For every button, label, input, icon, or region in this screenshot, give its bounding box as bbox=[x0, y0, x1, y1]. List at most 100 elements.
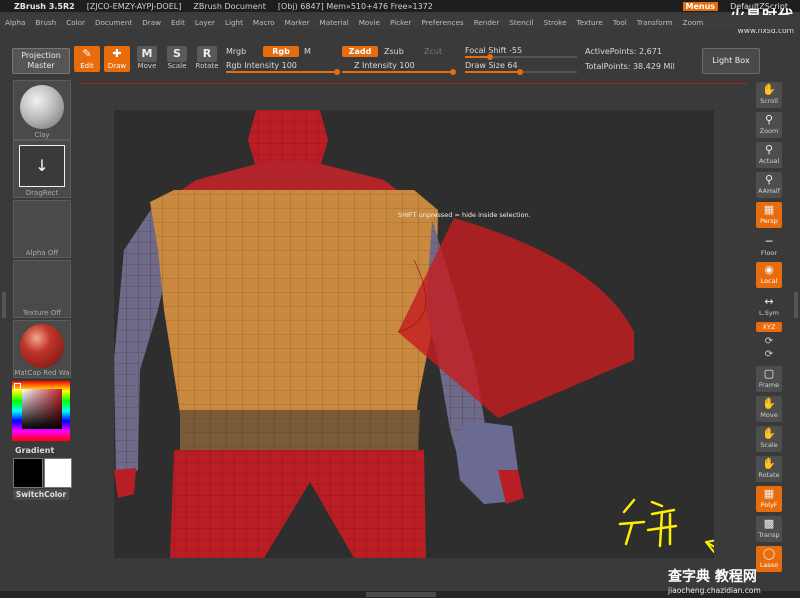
floor-button[interactable]: ─ Floor bbox=[756, 234, 782, 260]
projection-master-button[interactable]: Projection Master bbox=[12, 48, 70, 74]
menu-stroke[interactable]: Stroke bbox=[539, 18, 572, 27]
menu-picker[interactable]: Picker bbox=[385, 18, 416, 27]
hand-icon: ✋ bbox=[762, 83, 776, 96]
rotate-z-icon[interactable]: ⟳ bbox=[756, 349, 782, 360]
focal-shift-slider[interactable] bbox=[465, 54, 577, 60]
move-view-button[interactable]: ✋ Move bbox=[756, 396, 782, 422]
right-tray-handle[interactable] bbox=[794, 292, 798, 318]
mrgb-toggle[interactable]: Mrgb bbox=[226, 47, 246, 56]
material-tile[interactable]: MatCap Red Wa bbox=[13, 320, 71, 378]
polyf-label: PolyF bbox=[760, 501, 778, 509]
color-picker[interactable] bbox=[12, 381, 70, 441]
menu-transform[interactable]: Transform bbox=[632, 18, 678, 27]
rotate-button[interactable]: R Rotate bbox=[194, 46, 220, 72]
color-saturation-square[interactable] bbox=[22, 389, 62, 429]
scale-button[interactable]: S Scale bbox=[164, 46, 190, 72]
bottom-tray-handle[interactable] bbox=[366, 592, 436, 597]
actual-size-icon: ⚲ bbox=[764, 143, 774, 156]
persp-button[interactable]: ▦ Persp bbox=[756, 202, 782, 228]
lsym-button[interactable]: ↔ L.Sym bbox=[756, 294, 782, 320]
menu-tool[interactable]: Tool bbox=[608, 18, 632, 27]
alpha-name: Alpha Off bbox=[25, 249, 59, 257]
menus-toggle[interactable]: Menus bbox=[682, 1, 719, 11]
document-top-border bbox=[80, 83, 748, 84]
light-box-button[interactable]: Light Box bbox=[702, 48, 760, 74]
stroke-name: DragRect bbox=[25, 189, 59, 197]
focal-shift-knob[interactable] bbox=[487, 54, 493, 60]
edit-button[interactable]: ✎ Edit bbox=[74, 46, 100, 72]
scroll-button[interactable]: ✋ Scroll bbox=[756, 82, 782, 108]
brush-tile[interactable]: Clay bbox=[13, 80, 71, 140]
serial-code: [ZJCO-EMZY-AYPJ-DOEL] bbox=[86, 1, 182, 11]
menu-layer[interactable]: Layer bbox=[190, 18, 220, 27]
stroke-tile[interactable]: ↓ DragRect bbox=[13, 140, 71, 198]
handwritten-annotation bbox=[618, 498, 678, 548]
polyf-button[interactable]: ▦ PolyF bbox=[756, 486, 782, 512]
frame-label: Frame bbox=[758, 381, 780, 389]
zoom-button[interactable]: ⚲ Zoom bbox=[756, 112, 782, 138]
menu-macro[interactable]: Macro bbox=[248, 18, 280, 27]
zadd-toggle[interactable]: Zadd bbox=[342, 46, 378, 57]
total-points-readout: TotalPoints: 38.429 Mil bbox=[585, 62, 675, 71]
menu-zoom[interactable]: Zoom bbox=[678, 18, 709, 27]
z-intensity-slider[interactable] bbox=[342, 69, 456, 75]
move-button[interactable]: M Move bbox=[134, 46, 160, 72]
rotate-hand-icon: ✋ bbox=[762, 457, 776, 470]
rotate-view-button[interactable]: ✋ Rotate bbox=[756, 456, 782, 482]
menu-edit[interactable]: Edit bbox=[166, 18, 190, 27]
secondary-color-swatch[interactable] bbox=[44, 458, 72, 488]
move-icon: M bbox=[137, 46, 157, 62]
menu-draw[interactable]: Draw bbox=[137, 18, 166, 27]
draw-button[interactable]: ✚ Draw bbox=[104, 46, 130, 72]
rgb-toggle[interactable]: Rgb bbox=[263, 46, 299, 57]
alpha-tile[interactable]: Alpha Off bbox=[13, 200, 71, 258]
menu-color[interactable]: Color bbox=[61, 18, 90, 27]
frame-button[interactable]: ▢ Frame bbox=[756, 366, 782, 392]
primary-color-swatch[interactable] bbox=[13, 458, 43, 488]
switch-color-button[interactable]: SwitchColor bbox=[13, 489, 69, 500]
switch-color-label: SwitchColor bbox=[15, 490, 67, 499]
zcut-toggle[interactable]: Zcut bbox=[424, 47, 442, 56]
menu-alpha[interactable]: Alpha bbox=[0, 18, 30, 27]
menu-light[interactable]: Light bbox=[220, 18, 248, 27]
rotate-y-icon[interactable]: ⟳ bbox=[756, 336, 782, 347]
edit-label: Edit bbox=[80, 62, 94, 70]
local-button[interactable]: ◉ Local bbox=[756, 262, 782, 288]
xyz-button[interactable]: XYZ bbox=[756, 322, 782, 332]
lasso-icon: ◯ bbox=[762, 547, 776, 560]
transp-button[interactable]: ▩ Transp bbox=[756, 516, 782, 542]
menu-preferences[interactable]: Preferences bbox=[416, 18, 468, 27]
menu-material[interactable]: Material bbox=[315, 18, 354, 27]
rgb-intensity-slider[interactable] bbox=[226, 69, 340, 75]
menu-texture[interactable]: Texture bbox=[572, 18, 608, 27]
scale-hand-icon: ✋ bbox=[762, 427, 776, 440]
draw-size-slider[interactable] bbox=[465, 69, 577, 75]
scale-view-button[interactable]: ✋ Scale bbox=[756, 426, 782, 452]
projection-master-label: Projection Master bbox=[21, 51, 61, 70]
document-name: ZBrush Document bbox=[193, 1, 266, 11]
menu-stencil[interactable]: Stencil bbox=[504, 18, 538, 27]
aahalf-button[interactable]: ⚲ AAHalf bbox=[756, 172, 782, 198]
move-view-label: Move bbox=[760, 411, 778, 419]
menu-document[interactable]: Document bbox=[90, 18, 137, 27]
menu-movie[interactable]: Movie bbox=[354, 18, 385, 27]
draw-size-knob[interactable] bbox=[517, 69, 523, 75]
actual-button[interactable]: ⚲ Actual bbox=[756, 142, 782, 168]
dragrect-arrow-icon: ↓ bbox=[19, 145, 65, 187]
menu-brush[interactable]: Brush bbox=[30, 18, 61, 27]
scroll-label: Scroll bbox=[760, 97, 778, 105]
menu-marker[interactable]: Marker bbox=[280, 18, 315, 27]
texture-tile[interactable]: Texture Off bbox=[13, 260, 71, 318]
move-hand-icon: ✋ bbox=[762, 397, 776, 410]
left-tray-handle[interactable] bbox=[2, 292, 6, 318]
menu-render[interactable]: Render bbox=[469, 18, 505, 27]
zoom-label: Zoom bbox=[759, 127, 779, 135]
active-points-readout: ActivePoints: 2,671 bbox=[585, 47, 662, 56]
zsub-toggle[interactable]: Zsub bbox=[384, 47, 404, 56]
persp-label: Persp bbox=[760, 217, 778, 225]
rgb-intensity-knob[interactable] bbox=[334, 69, 340, 75]
z-intensity-knob[interactable] bbox=[450, 69, 456, 75]
viewport-model[interactable] bbox=[114, 110, 714, 558]
m-toggle[interactable]: M bbox=[304, 47, 311, 56]
scale-view-label: Scale bbox=[760, 441, 778, 449]
